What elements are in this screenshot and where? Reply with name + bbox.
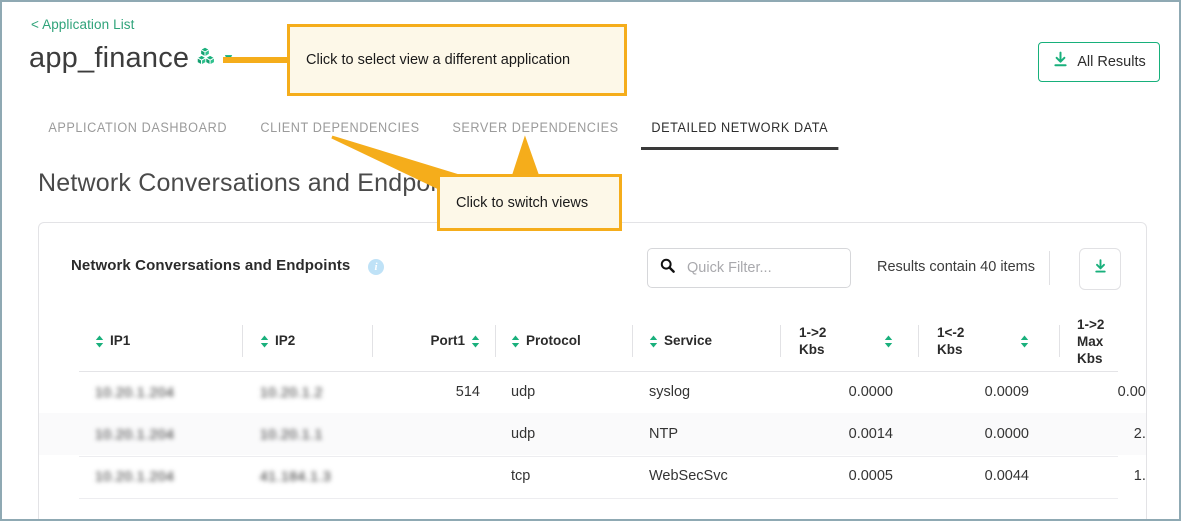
callout-select-application: Click to select view a different applica… [287,24,627,96]
callout-text: Click to select view a different applica… [306,52,571,68]
callout-text: Click to switch views [456,194,589,211]
application-page: < Application List app_finance ▾ All Res… [0,0,1181,521]
callout-switch-views: Click to switch views [437,174,622,231]
